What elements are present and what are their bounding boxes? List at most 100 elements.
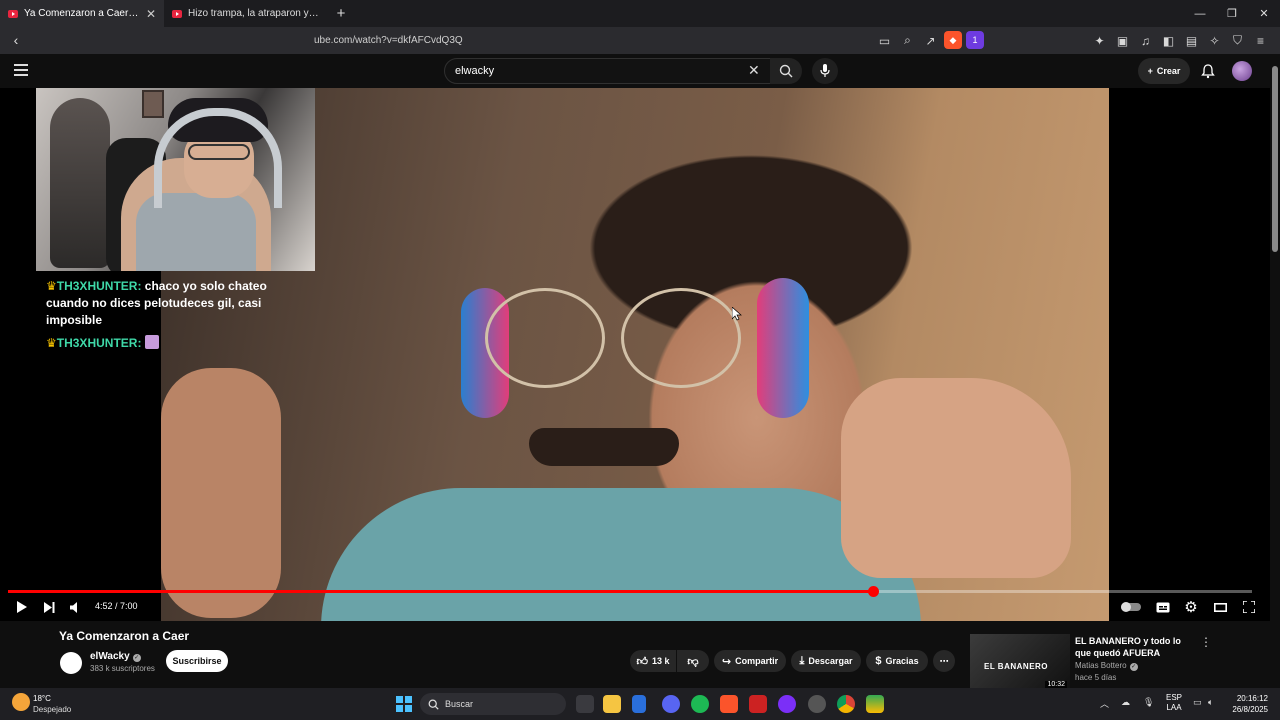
recommended-channel-text: Matias Bottero — [1075, 661, 1127, 670]
page-scrollbar[interactable] — [1270, 54, 1280, 688]
new-tab-button[interactable]: + — [328, 0, 354, 27]
weather-icon[interactable] — [12, 693, 30, 711]
subscribe-button[interactable]: Suscribirse — [166, 650, 228, 672]
rewards-icon[interactable]: 1 — [966, 31, 984, 49]
next-button[interactable] — [40, 598, 58, 616]
more-vertical-icon[interactable]: ⋮ — [1200, 635, 1212, 649]
theater-mode-button[interactable] — [1211, 598, 1229, 616]
network-icon[interactable]: ▭ — [1193, 697, 1202, 708]
close-window-icon[interactable]: ✕ — [1248, 0, 1280, 27]
ai-icon[interactable]: ✧ — [1205, 31, 1224, 50]
recommended-channel[interactable]: Matias Bottero ✓ — [1075, 661, 1138, 671]
recommended-age: hace 5 días — [1075, 673, 1117, 682]
create-button[interactable]: + Crear — [1138, 58, 1190, 84]
tab-youtube-active[interactable]: Ya Comenzaron a Caer - YouTube ✕ — [0, 0, 164, 27]
discord-icon[interactable] — [662, 695, 680, 713]
clear-search-icon[interactable]: ✕ — [748, 62, 760, 79]
tray-app-icon[interactable]: ☁ — [1121, 697, 1130, 708]
webcam-overlay — [36, 88, 315, 271]
play-button[interactable] — [12, 598, 30, 616]
browser-menu-icon[interactable]: ≡ — [1251, 31, 1270, 50]
verified-icon: ✓ — [1129, 663, 1138, 671]
minimize-icon[interactable]: — — [1184, 0, 1216, 27]
channel-avatar[interactable] — [60, 652, 82, 674]
vpn-icon[interactable]: ⛉ — [1228, 31, 1247, 50]
search-input[interactable]: elwacky — [444, 58, 774, 84]
chrome-icon[interactable] — [837, 695, 855, 713]
brave-icon[interactable] — [720, 695, 738, 713]
recommended-thumbnail[interactable]: EL BANANERO 10:32 — [970, 634, 1070, 689]
autoplay-toggle[interactable] — [1121, 602, 1141, 612]
music-icon[interactable]: ♫ — [1136, 31, 1155, 50]
spotify-icon[interactable] — [691, 695, 709, 713]
crown-icon: ♛ — [46, 336, 57, 350]
sidebar-icon[interactable]: ▣ — [1113, 31, 1132, 50]
subtitles-button[interactable] — [1154, 598, 1172, 616]
bing-icon[interactable] — [632, 695, 646, 713]
tray-chevron-icon[interactable]: ︿ — [1100, 697, 1109, 710]
video-duration: 10:32 — [1045, 681, 1067, 688]
volume-icon — [70, 601, 77, 613]
share-icon[interactable]: ↗ — [921, 31, 940, 50]
video-mustache — [529, 428, 679, 466]
fullscreen-button[interactable] — [1240, 598, 1258, 616]
settings-button[interactable]: ⚙ — [1182, 598, 1200, 616]
brave-shield-icon[interactable]: ◆ — [944, 31, 962, 49]
thumbs-up-icon: 👍︎ — [636, 655, 648, 668]
video-player[interactable]: ♛TH3XHUNTER: chaco yo solo chateo cuando… — [0, 88, 1270, 621]
video-details: Ya Comenzaron a Caer elWacky ✓ 383 k susc… — [0, 621, 1270, 689]
cast-icon[interactable]: ▭ — [875, 31, 894, 50]
download-button[interactable]: ⤓ Descargar — [791, 650, 861, 672]
recommended-title[interactable]: EL BANANERO y todo lo que quedó AFUERA — [1075, 635, 1195, 659]
extensions-icon[interactable]: ✦ — [1090, 31, 1109, 50]
thanks-button[interactable]: $ Gracias — [866, 650, 928, 672]
google-drive-icon[interactable] — [866, 695, 884, 713]
browser-tab-bar: Ya Comenzaron a Caer - YouTube ✕ Hizo tr… — [0, 0, 1280, 27]
speaker-icon[interactable]: 🔈︎ — [1208, 697, 1213, 708]
progress-bar[interactable] — [8, 586, 1252, 597]
close-tab-icon[interactable]: ✕ — [146, 7, 156, 21]
hamburger-menu-icon[interactable] — [14, 64, 28, 76]
scrollbar-thumb[interactable] — [1272, 66, 1278, 252]
cam-statue — [50, 98, 110, 268]
channel-name[interactable]: elWacky ✓ — [90, 651, 141, 662]
chat-username: TH3XHUNTER: — [56, 336, 142, 350]
steam-icon[interactable] — [808, 695, 826, 713]
dislike-button[interactable]: 👎︎ — [677, 650, 709, 672]
search-icon — [428, 699, 439, 710]
search-button[interactable] — [770, 58, 802, 84]
create-label: Crear — [1156, 66, 1181, 76]
app-red-icon[interactable] — [749, 695, 767, 713]
voice-search-button[interactable] — [812, 58, 838, 84]
weather-description: Despejado — [33, 705, 72, 714]
chat-emote-icon — [144, 335, 159, 349]
channel-name-text: elWacky — [90, 651, 130, 662]
task-view-icon[interactable] — [576, 695, 594, 713]
volume-button[interactable] — [67, 598, 85, 616]
language-indicator[interactable]: ESP LAA — [1166, 693, 1182, 713]
file-explorer-icon[interactable] — [603, 695, 621, 713]
restore-icon[interactable]: ❐ — [1216, 0, 1248, 27]
notifications-bell-icon[interactable] — [1200, 63, 1216, 79]
verified-icon: ✓ — [132, 654, 141, 662]
youtube-favicon-icon — [8, 9, 18, 18]
tab-youtube-second[interactable]: Hizo trampa, la atraparon y CULPÓ a — [164, 0, 328, 27]
like-button[interactable]: 👍︎ 13 k — [630, 650, 676, 672]
more-actions-button[interactable]: ⋯ — [933, 650, 955, 672]
account-avatar[interactable] — [1232, 61, 1252, 81]
windows-start-icon[interactable] — [396, 696, 412, 712]
thanks-icon: $ — [875, 655, 882, 667]
back-arrow-icon[interactable]: ‹ — [8, 32, 24, 48]
url-field[interactable]: ube.com/watch?v=dkfAFCvdQ3Q — [314, 35, 463, 46]
like-count: 13 k — [651, 656, 670, 666]
tab-title: Hizo trampa, la atraparon y CULPÓ a — [188, 8, 320, 19]
app-purple-icon[interactable] — [778, 695, 796, 713]
panel-icon[interactable]: ◧ — [1159, 31, 1178, 50]
zoom-icon[interactable]: ⌕ — [898, 31, 917, 50]
tray-mic-icon[interactable]: 🎙︎ — [1143, 697, 1154, 708]
wallet-icon[interactable]: ▤ — [1182, 31, 1201, 50]
taskbar-clock[interactable]: 20:16:12 26/8/2025 — [1226, 693, 1268, 715]
clock-date: 26/8/2025 — [1232, 705, 1268, 714]
taskbar-search[interactable]: Buscar — [420, 693, 566, 715]
share-button[interactable]: ↪ Compartir — [714, 650, 786, 672]
